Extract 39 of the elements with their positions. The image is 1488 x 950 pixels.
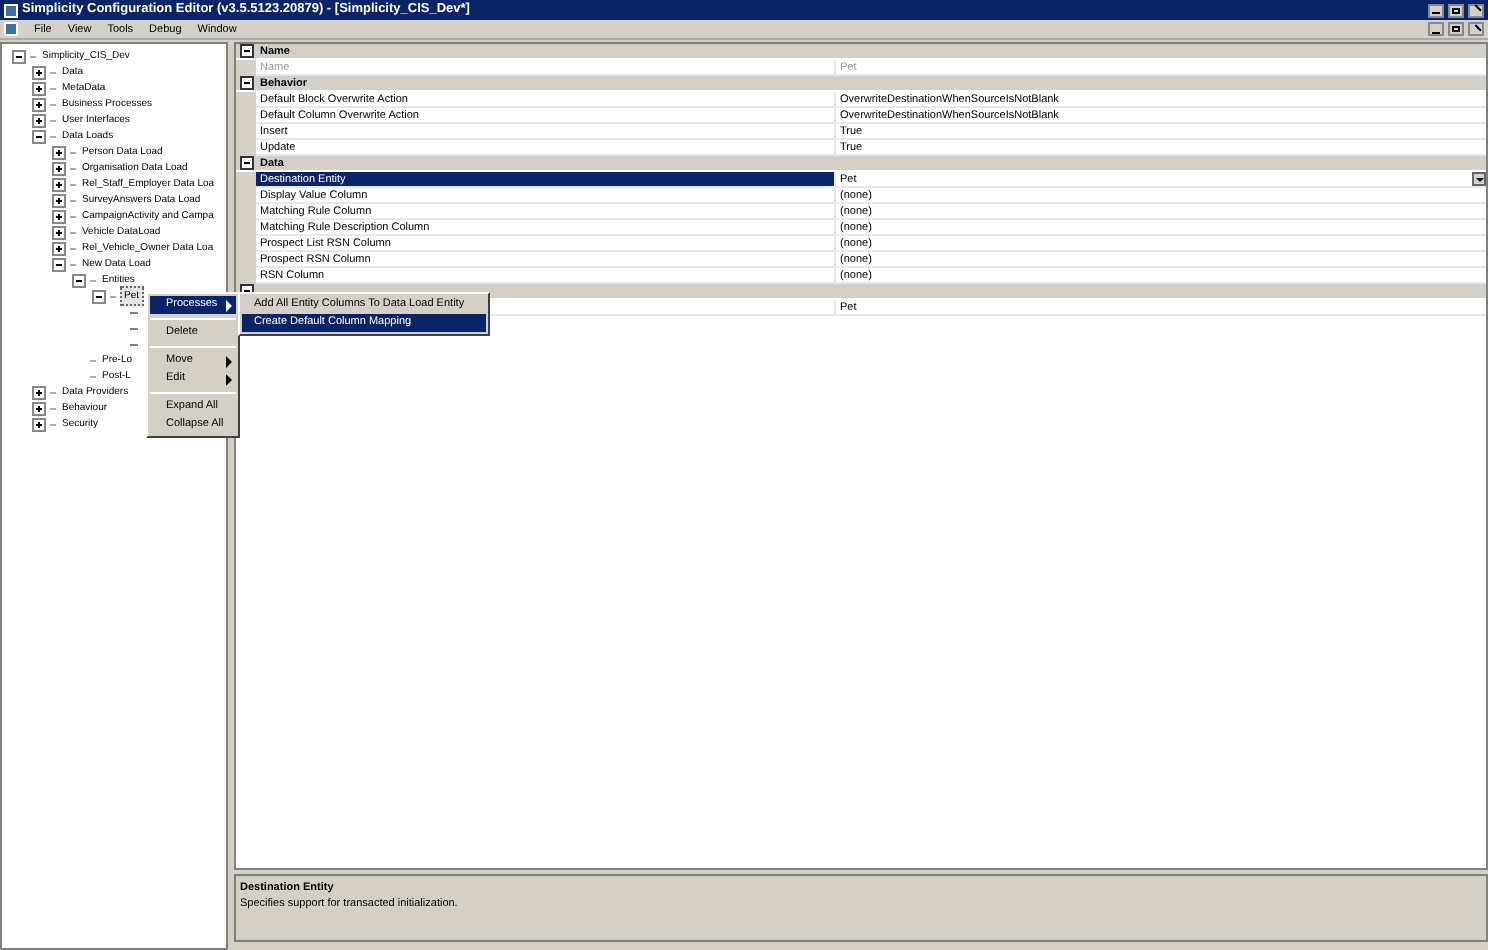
collapse-toggle[interactable] (239, 76, 253, 90)
expand-toggle[interactable] (52, 145, 66, 159)
collapse-toggle[interactable] (12, 49, 26, 63)
expand-toggle[interactable] (52, 209, 66, 223)
expand-toggle[interactable] (32, 385, 46, 399)
submenu-arrow-icon (226, 299, 232, 311)
expand-toggle[interactable] (32, 401, 46, 415)
collapse-toggle[interactable] (239, 44, 253, 58)
tree-connector (130, 327, 138, 329)
close-button[interactable] (1468, 22, 1484, 36)
restore-icon (1452, 26, 1460, 32)
expand-toggle[interactable] (52, 177, 66, 191)
expand-toggle[interactable] (32, 81, 46, 95)
document-logo-icon (4, 22, 18, 36)
expand-toggle[interactable] (52, 225, 66, 239)
close-button[interactable] (1468, 3, 1484, 17)
collapse-toggle[interactable] (92, 289, 106, 303)
restore-button[interactable] (1448, 22, 1464, 36)
expand-toggle[interactable] (52, 193, 66, 207)
collapse-toggle[interactable] (239, 156, 253, 170)
collapse-toggle[interactable] (52, 257, 66, 271)
minimize-icon (1432, 12, 1440, 14)
expand-toggle[interactable] (52, 241, 66, 255)
maximize-icon (1452, 7, 1460, 13)
minimize-button[interactable] (1428, 22, 1444, 36)
minimize-icon (1432, 31, 1440, 33)
tree-connector (130, 311, 138, 313)
expand-toggle[interactable] (32, 97, 46, 111)
expand-toggle[interactable] (32, 417, 46, 431)
maximize-button[interactable] (1448, 3, 1464, 17)
expand-toggle[interactable] (32, 65, 46, 79)
expand-toggle[interactable] (32, 113, 46, 127)
collapse-toggle[interactable] (72, 273, 86, 287)
minimize-button[interactable] (1428, 3, 1444, 17)
expand-toggle[interactable] (52, 161, 66, 175)
dropdown-button[interactable] (1472, 172, 1486, 186)
collapse-toggle[interactable] (32, 129, 46, 143)
app-logo-icon (4, 3, 18, 17)
tree-connector (130, 343, 138, 345)
